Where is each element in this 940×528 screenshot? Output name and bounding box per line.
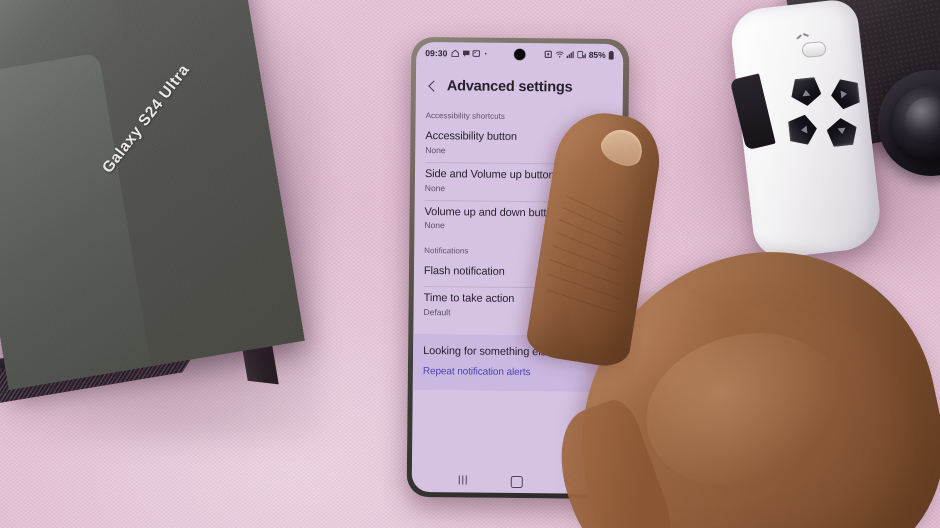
recents-icon[interactable] xyxy=(451,471,473,487)
list-item-side-and-volume-up-buttons[interactable]: Side and Volume up buttons None xyxy=(415,162,622,202)
smartphone-device: 09:30 85% Advanced settings Accessibilit… xyxy=(406,36,630,500)
list-item-title: Side and Volume up buttons xyxy=(424,167,561,182)
status-bar-clock: 09:30 xyxy=(425,48,448,59)
phone-screen[interactable]: 09:30 85% Advanced settings Accessibilit… xyxy=(411,41,624,495)
app-header: Advanced settings xyxy=(416,70,623,104)
looking-for-something-else-card: Looking for something else? Repeat notif… xyxy=(412,333,621,392)
section-header-notifications: Notifications xyxy=(424,246,469,256)
gallery-icon xyxy=(472,50,481,57)
battery-percent-label: 85% xyxy=(588,49,606,60)
home-icon[interactable] xyxy=(504,472,526,488)
front-camera-punchhole xyxy=(514,48,526,61)
settings-list: Accessibility shortcuts Accessibility bu… xyxy=(412,102,623,392)
wifi-icon xyxy=(555,51,564,58)
looking-card-title: Looking for something else? xyxy=(423,344,559,359)
list-item-value: None xyxy=(424,182,446,193)
alarm-icon xyxy=(545,50,553,58)
list-item-title: Volume up and down buttons xyxy=(424,205,564,219)
battery-icon xyxy=(608,50,614,60)
more-dot-icon xyxy=(484,52,487,55)
box-top-face: Galaxy S24 Ultra xyxy=(0,0,305,391)
list-item-value: None xyxy=(424,220,445,231)
list-item-title: Time to take action xyxy=(423,292,515,305)
home-badge-icon xyxy=(451,49,460,58)
controller-shoulder xyxy=(729,73,776,151)
list-item-title: Accessibility button xyxy=(425,130,517,143)
back-chevron-icon[interactable] xyxy=(425,79,439,93)
list-item-volume-up-and-down-buttons[interactable]: Volume up and down buttons None xyxy=(414,199,621,239)
list-item-value: None xyxy=(425,144,446,155)
status-bar-right: 85% xyxy=(545,49,615,60)
section-header-accessibility-shortcuts: Accessibility shortcuts xyxy=(425,111,506,121)
list-item-flash-notification[interactable]: Flash notification xyxy=(414,259,621,288)
page-title: Advanced settings xyxy=(446,78,573,96)
galaxy-s24-ultra-box: Galaxy S24 Ultra xyxy=(0,0,305,418)
messaging-icon xyxy=(462,50,470,57)
list-item-time-to-take-action[interactable]: Time to take action Default xyxy=(413,286,620,326)
system-navigation-bar xyxy=(412,466,619,494)
signal-bars-icon xyxy=(567,51,575,59)
status-bar-left: 09:30 xyxy=(425,48,490,59)
list-item-title: Flash notification xyxy=(423,265,505,279)
list-item-value: Default xyxy=(423,306,451,318)
repeat-notification-alerts-link[interactable]: Repeat notification alerts xyxy=(423,366,610,379)
status-bar: 09:30 85% xyxy=(416,42,623,66)
sim-signal-icon xyxy=(577,51,586,59)
list-item-accessibility-button[interactable]: Accessibility button None xyxy=(415,124,622,164)
game-controller xyxy=(726,0,940,261)
back-icon[interactable] xyxy=(557,472,579,488)
